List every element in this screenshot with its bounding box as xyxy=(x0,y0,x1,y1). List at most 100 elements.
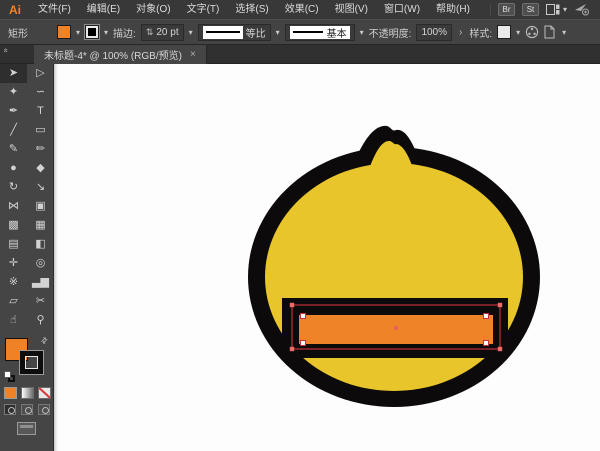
menu-item-file[interactable]: 文件(F) xyxy=(30,0,79,19)
fill-stroke-widget: ⇄ xyxy=(0,334,53,384)
workspace-switcher[interactable]: ▾ xyxy=(546,4,567,15)
tool-line-segment[interactable]: ╱ xyxy=(0,121,27,140)
menu-item-help[interactable]: 帮助(H) xyxy=(428,0,478,19)
document-caret-icon[interactable]: ▾ xyxy=(562,28,566,37)
tool-column-graph[interactable]: ▃▆ xyxy=(27,273,54,292)
tool-eraser[interactable]: ◆ xyxy=(27,159,54,178)
tools-panel: ➤▷✦∽✒T╱▭✎✏●◆↻↘⋈▣▩▦▤◧✛◎※▃▆▱✂☝⚲ ⇄ xyxy=(0,64,54,451)
tool-type[interactable]: T xyxy=(27,102,54,121)
tool-shape-builder[interactable]: ▩ xyxy=(0,216,27,235)
close-icon[interactable]: × xyxy=(190,49,196,60)
stroke-color-swatch[interactable] xyxy=(85,25,99,39)
tool-selection[interactable]: ➤ xyxy=(0,64,27,83)
tool-free-transform[interactable]: ▣ xyxy=(27,197,54,216)
tool-rectangle[interactable]: ▭ xyxy=(27,121,54,140)
opacity-chevron-icon[interactable]: › xyxy=(457,27,464,38)
stock-button[interactable]: St xyxy=(522,3,539,16)
chevron-down-icon: ▾ xyxy=(563,5,567,14)
tool-hand[interactable]: ☝ xyxy=(0,311,27,330)
stroke-weight-field[interactable]: ⇅ 20 pt xyxy=(141,24,184,41)
color-button[interactable] xyxy=(4,387,17,399)
stroke-weight-caret-icon[interactable]: ▾ xyxy=(189,28,193,37)
stroke-weight-label: 描边: xyxy=(113,25,136,40)
swap-fill-stroke-icon[interactable]: ⇄ xyxy=(39,335,50,346)
color-mode-row xyxy=(0,384,53,399)
default-fill-stroke-icon[interactable] xyxy=(4,371,15,382)
tool-pen[interactable]: ✒ xyxy=(0,102,27,121)
tool-gradient[interactable]: ◧ xyxy=(27,235,54,254)
work-area: ➤▷✦∽✒T╱▭✎✏●◆↻↘⋈▣▩▦▤◧✛◎※▃▆▱✂☝⚲ ⇄ xyxy=(0,64,600,451)
menu-item-select[interactable]: 选择(S) xyxy=(227,0,276,19)
width-profile-select[interactable]: 等比 xyxy=(198,24,271,41)
divider xyxy=(490,4,491,16)
width-profile-value: 等比 xyxy=(246,25,266,40)
tool-direct-selection[interactable]: ▷ xyxy=(27,64,54,83)
menu-item-edit[interactable]: 编辑(E) xyxy=(79,0,128,19)
draw-inside-button[interactable] xyxy=(38,404,50,415)
stroke-proxy-swatch[interactable] xyxy=(20,351,43,374)
app-logo[interactable]: Ai xyxy=(0,3,30,17)
tool-scale[interactable]: ↘ xyxy=(27,178,54,197)
document-setup-icon[interactable] xyxy=(544,25,557,39)
menu-bar: Ai 文件(F)编辑(E)对象(O)文字(T)选择(S)效果(C)视图(V)窗口… xyxy=(0,0,600,19)
brush-preview: 基本 xyxy=(290,26,350,39)
stroke-preview xyxy=(203,26,243,39)
workspace-icon xyxy=(546,4,560,15)
menu-item-view[interactable]: 视图(V) xyxy=(327,0,376,19)
stepper-icon[interactable]: ⇅ xyxy=(146,27,154,38)
menu-item-window[interactable]: 窗口(W) xyxy=(376,0,428,19)
center-point[interactable] xyxy=(394,326,398,330)
menu-item-object[interactable]: 对象(O) xyxy=(128,0,178,19)
document-tab-title: 未标题-4* @ 100% (RGB/预览) xyxy=(44,47,182,62)
document-tab-bar: « 未标题-4* @ 100% (RGB/预览) × xyxy=(0,45,600,64)
collapse-panel-icon[interactable]: « xyxy=(2,48,11,52)
draw-behind-button[interactable] xyxy=(21,404,33,415)
tool-artboard[interactable]: ▱ xyxy=(0,292,27,311)
tool-pencil[interactable]: ✏ xyxy=(27,140,54,159)
recolor-artwork-icon[interactable] xyxy=(525,25,539,39)
none-button[interactable] xyxy=(38,387,51,399)
tool-slice[interactable]: ✂ xyxy=(27,292,54,311)
artboard-canvas[interactable] xyxy=(54,64,600,451)
style-caret-icon[interactable]: ▾ xyxy=(516,28,520,37)
stroke-caret-icon[interactable]: ▾ xyxy=(104,28,108,37)
screen-mode-button[interactable] xyxy=(17,422,36,435)
brush-definition-value: 基本 xyxy=(327,25,347,40)
menu-item-effect[interactable]: 效果(C) xyxy=(277,0,327,19)
bridge-button[interactable]: Br xyxy=(498,3,515,16)
opacity-label: 不透明度: xyxy=(369,25,412,40)
tool-blob-brush[interactable]: ● xyxy=(0,159,27,178)
tool-perspective-grid[interactable]: ▦ xyxy=(27,216,54,235)
brush-caret-icon[interactable]: ▾ xyxy=(360,28,364,37)
fill-caret-icon[interactable]: ▾ xyxy=(76,28,80,37)
opacity-field[interactable]: 100% xyxy=(416,24,452,41)
brush-definition-select[interactable]: 基本 xyxy=(285,24,355,41)
tool-mesh[interactable]: ▤ xyxy=(0,235,27,254)
artwork xyxy=(54,64,600,451)
opacity-value[interactable]: 100% xyxy=(421,27,447,38)
active-tool-label: 矩形 xyxy=(8,25,28,40)
fill-color-swatch[interactable] xyxy=(57,25,71,39)
menu-bar-right: Br St ▾ xyxy=(490,3,600,16)
tool-eyedropper[interactable]: ✛ xyxy=(0,254,27,273)
tool-zoom[interactable]: ⚲ xyxy=(27,311,54,330)
style-label: 样式: xyxy=(469,25,492,40)
tool-blend[interactable]: ◎ xyxy=(27,254,54,273)
illustrator-window: Ai 文件(F)编辑(E)对象(O)文字(T)选择(S)效果(C)视图(V)窗口… xyxy=(0,0,600,451)
style-swatch[interactable] xyxy=(497,25,511,39)
tool-paintbrush[interactable]: ✎ xyxy=(0,140,27,159)
tool-width[interactable]: ⋈ xyxy=(0,197,27,216)
width-profile-caret-icon[interactable]: ▾ xyxy=(276,28,280,37)
main-menu: 文件(F)编辑(E)对象(O)文字(T)选择(S)效果(C)视图(V)窗口(W)… xyxy=(30,0,478,19)
document-tab[interactable]: 未标题-4* @ 100% (RGB/预览) × xyxy=(34,45,207,64)
share-icon[interactable] xyxy=(574,3,590,16)
draw-normal-button[interactable] xyxy=(4,404,16,415)
tool-symbol-sprayer[interactable]: ※ xyxy=(0,273,27,292)
drawing-modes-row xyxy=(0,399,53,415)
tool-magic-wand[interactable]: ✦ xyxy=(0,83,27,102)
stroke-weight-value[interactable]: 20 pt xyxy=(156,27,178,38)
gradient-button[interactable] xyxy=(21,387,34,399)
menu-item-type[interactable]: 文字(T) xyxy=(179,0,228,19)
tool-lasso[interactable]: ∽ xyxy=(27,83,54,102)
tool-rotate[interactable]: ↻ xyxy=(0,178,27,197)
